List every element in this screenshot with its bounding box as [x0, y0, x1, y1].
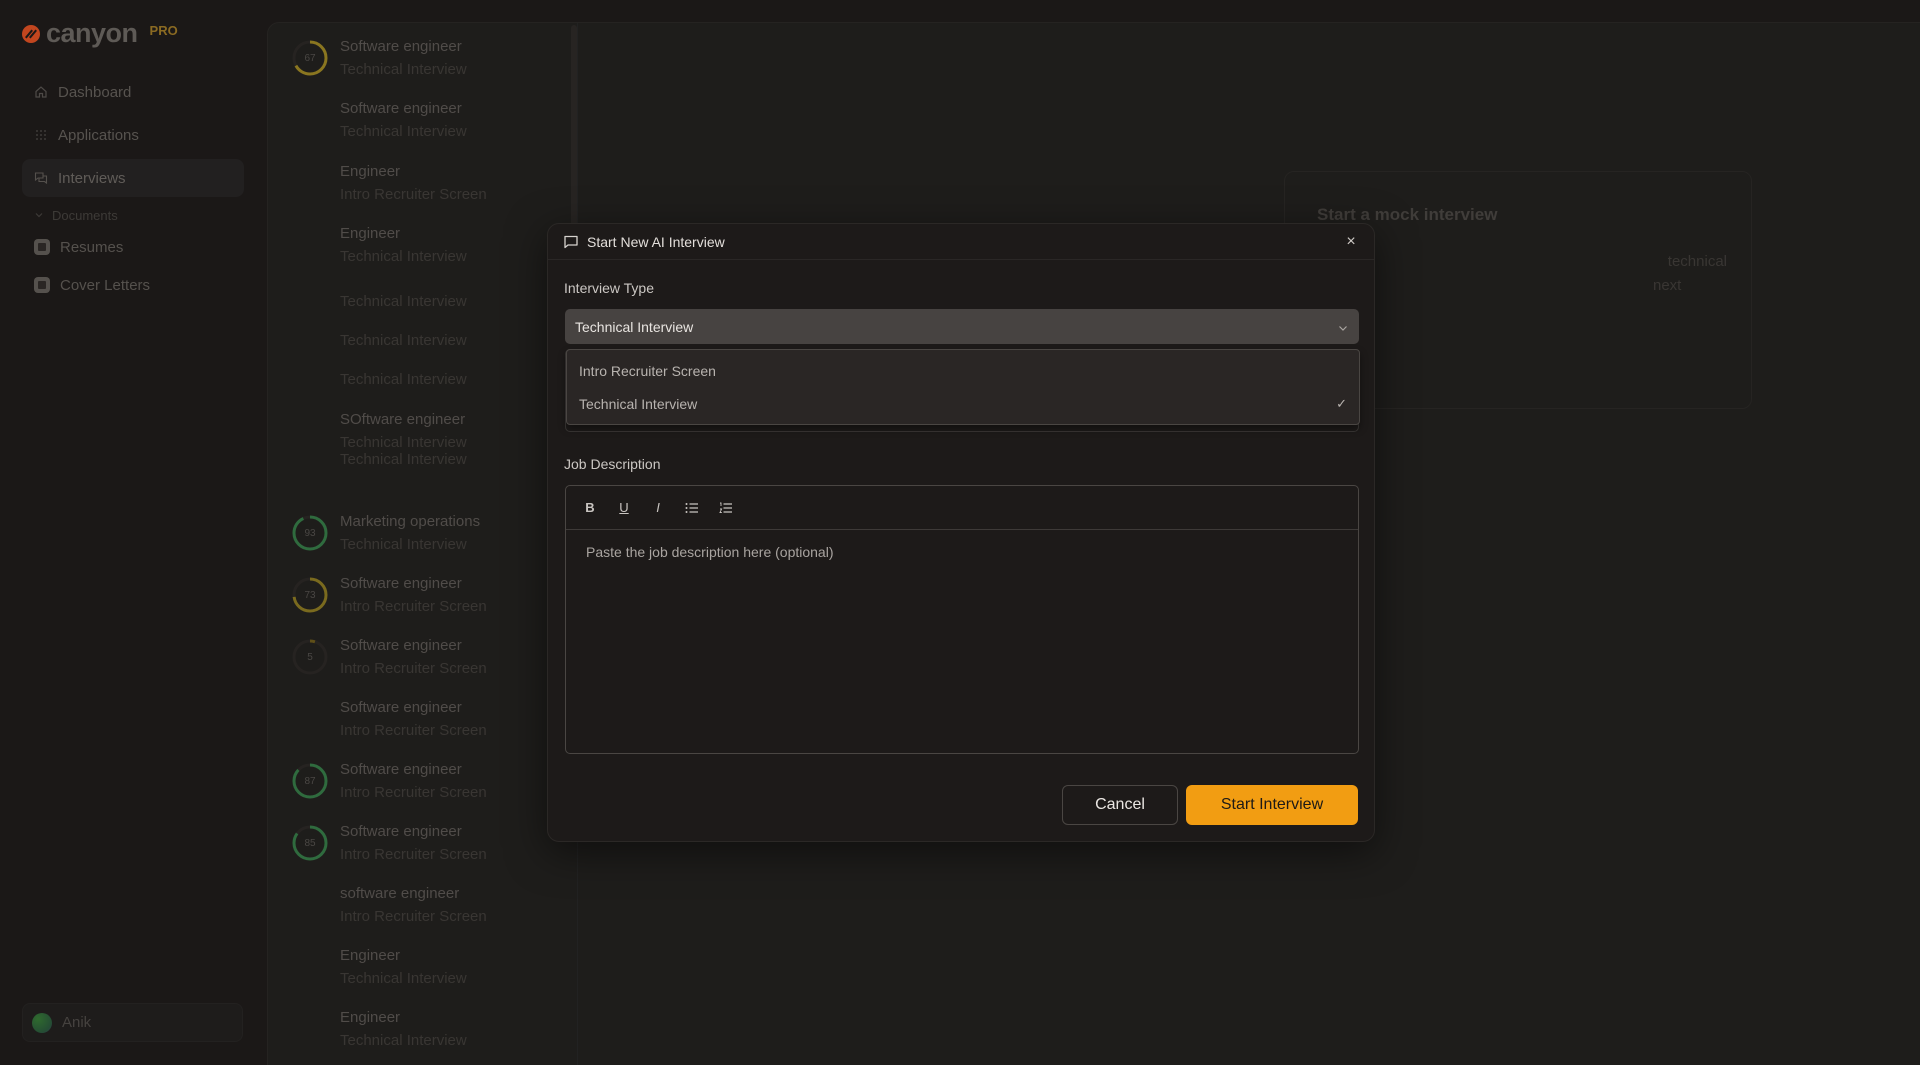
- interview-type-label: Interview Type: [564, 280, 655, 296]
- chevron-down-icon: [1337, 321, 1349, 333]
- start-interview-button[interactable]: Start Interview: [1186, 785, 1358, 825]
- interview-type-dropdown: Intro Recruiter Screen Technical Intervi…: [566, 349, 1360, 425]
- start-interview-dialog: Start New AI Interview × Interview Type …: [547, 223, 1375, 842]
- dialog-title: Start New AI Interview: [587, 233, 725, 250]
- dropdown-option-intro-recruiter-screen[interactable]: Intro Recruiter Screen: [567, 354, 1359, 387]
- bold-button[interactable]: B: [580, 498, 600, 518]
- check-icon: ✓: [1336, 395, 1347, 411]
- job-description-placeholder: Paste the job description here (optional…: [586, 544, 834, 560]
- job-description-editor: B U I Paste the job description here (op…: [565, 485, 1359, 754]
- cancel-button[interactable]: Cancel: [1062, 785, 1178, 825]
- dialog-header: Start New AI Interview ×: [548, 224, 1374, 260]
- option-label: Intro Recruiter Screen: [579, 362, 716, 379]
- italic-button[interactable]: I: [648, 498, 668, 518]
- numbered-list-icon[interactable]: [716, 498, 736, 518]
- bullet-list-icon[interactable]: [682, 498, 702, 518]
- option-label: Technical Interview: [579, 395, 698, 412]
- interview-type-value: Technical Interview: [575, 318, 694, 335]
- job-description-input[interactable]: Paste the job description here (optional…: [566, 530, 1358, 574]
- interview-type-select[interactable]: Technical Interview: [565, 309, 1359, 344]
- message-square-icon: [563, 234, 579, 250]
- dropdown-option-technical-interview[interactable]: Technical Interview ✓: [567, 387, 1359, 420]
- job-description-label: Job Description: [564, 456, 661, 472]
- close-icon[interactable]: ×: [1343, 233, 1359, 250]
- editor-toolbar: B U I: [566, 486, 1358, 530]
- underline-button[interactable]: U: [614, 498, 634, 518]
